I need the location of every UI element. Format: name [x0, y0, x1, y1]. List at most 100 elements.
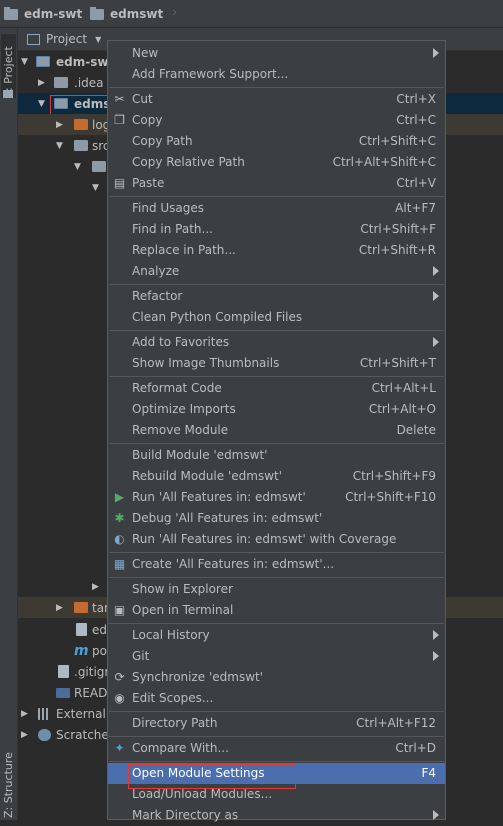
annotation-highlight [128, 764, 296, 789]
menu-item-build-module[interactable]: Build Module 'edmswt' [108, 445, 445, 466]
menu-separator [109, 376, 444, 377]
expanded-arrow-icon[interactable]: ▼ [56, 141, 66, 151]
library-icon [38, 707, 52, 720]
menu-item-copy-relative-path[interactable]: Copy Relative Path Ctrl+Alt+Shift+C [108, 152, 445, 173]
menu-item-open-in-terminal[interactable]: ▣ Open in Terminal [108, 600, 445, 621]
menu-item-create-configuration[interactable]: ▦ Create 'All Features in: edmswt'... [108, 554, 445, 575]
copy-icon: ❐ [114, 113, 125, 127]
expanded-arrow-icon[interactable]: ▼ [74, 162, 84, 172]
menu-item-clean-python[interactable]: Clean Python Compiled Files [108, 307, 445, 328]
scope-icon: ◉ [114, 691, 125, 705]
breadcrumb-item-module[interactable]: edmswt › [90, 5, 177, 23]
submenu-arrow-icon [433, 337, 439, 347]
file-icon [58, 665, 69, 678]
project-view-icon [27, 33, 40, 45]
submenu-arrow-icon [433, 651, 439, 661]
expanded-arrow-icon[interactable]: ▼ [92, 183, 102, 193]
terminal-icon: ▣ [113, 603, 126, 617]
menu-item-run[interactable]: ▶ Run 'All Features in: edmswt' Ctrl+Shif… [108, 487, 445, 508]
submenu-arrow-icon [433, 291, 439, 301]
menu-item-remove-module[interactable]: Remove Module Delete [108, 420, 445, 441]
submenu-arrow-icon [433, 630, 439, 640]
menu-separator [109, 623, 444, 624]
chevron-down-icon[interactable]: ▼ [95, 35, 101, 44]
scratches-icon [38, 728, 51, 741]
excluded-folder-icon [74, 602, 88, 613]
folder-icon [92, 161, 106, 172]
menu-item-run-with-coverage[interactable]: ◐ Run 'All Features in: edmswt' with Cov… [108, 529, 445, 550]
menu-item-copy-path[interactable]: Copy Path Ctrl+Shift+C [108, 131, 445, 152]
markdown-icon [56, 687, 70, 698]
expanded-arrow-icon[interactable]: ▼ [38, 99, 48, 109]
run-config-icon: ▦ [113, 557, 126, 571]
collapsed-arrow-icon[interactable]: ▶ [38, 78, 48, 88]
submenu-arrow-icon [433, 266, 439, 276]
menu-separator [109, 577, 444, 578]
menu-separator [109, 711, 444, 712]
menu-item-replace-in-path[interactable]: Replace in Path... Ctrl+Shift+R [108, 240, 445, 261]
menu-item-refactor[interactable]: Refactor [108, 286, 445, 307]
debug-icon: ✱ [114, 511, 125, 525]
menu-item-git[interactable]: Git [108, 646, 445, 667]
collapsed-arrow-icon[interactable]: ▶ [21, 709, 31, 719]
menu-item-debug[interactable]: ✱ Debug 'All Features in: edmswt' [108, 508, 445, 529]
menu-item-synchronize[interactable]: ⟳ Synchronize 'edmswt' [108, 667, 445, 688]
menu-item-directory-path[interactable]: Directory Path Ctrl+Alt+F12 [108, 713, 445, 734]
collapsed-arrow-icon[interactable]: ▶ [92, 582, 102, 592]
breadcrumb-item-project[interactable]: edm-swt › [4, 5, 96, 23]
menu-item-add-to-favorites[interactable]: Add to Favorites [108, 332, 445, 353]
excluded-folder-icon [74, 119, 88, 130]
folder-icon [54, 77, 68, 88]
menu-item-edit-scopes[interactable]: ◉ Edit Scopes... [108, 688, 445, 709]
tool-window-stripe: 1: Project Z: Structure [0, 28, 18, 820]
paste-icon: ▤ [113, 176, 126, 190]
menu-separator [109, 87, 444, 88]
menu-item-rebuild-module[interactable]: Rebuild Module 'edmswt' Ctrl+Shift+F9 [108, 466, 445, 487]
context-menu: New Add Framework Support... ✂ Cut Ctrl+X… [107, 40, 446, 822]
menu-item-mark-directory[interactable]: Mark Directory as [108, 805, 445, 826]
module-folder-icon [36, 56, 50, 67]
menu-separator [109, 443, 444, 444]
collapsed-arrow-icon[interactable]: ▶ [56, 603, 66, 613]
menu-item-new[interactable]: New [108, 43, 445, 64]
annotation-highlight [50, 95, 110, 115]
menu-item-optimize-imports[interactable]: Optimize Imports Ctrl+Alt+O [108, 399, 445, 420]
structure-tool-tab[interactable]: Z: Structure [1, 732, 16, 818]
project-tab-icon [3, 90, 13, 98]
menu-item-reformat-code[interactable]: Reformat Code Ctrl+Alt+L [108, 378, 445, 399]
expanded-arrow-icon[interactable]: ▼ [21, 57, 31, 67]
folder-icon [90, 6, 104, 20]
collapsed-arrow-icon[interactable]: ▶ [21, 730, 31, 740]
maven-icon: m [74, 642, 89, 659]
menu-item-analyze[interactable]: Analyze [108, 261, 445, 282]
menu-item-paste[interactable]: ▤ Paste Ctrl+V [108, 173, 445, 194]
menu-item-find-usages[interactable]: Find Usages Alt+F7 [108, 198, 445, 219]
menu-item-cut[interactable]: ✂ Cut Ctrl+X [108, 89, 445, 110]
menu-item-show-thumbnails[interactable]: Show Image Thumbnails Ctrl+Shift+T [108, 353, 445, 374]
menu-item-show-in-explorer[interactable]: Show in Explorer [108, 579, 445, 600]
folder-icon [4, 6, 18, 20]
menu-separator [109, 330, 444, 331]
menu-separator [109, 284, 444, 285]
menu-separator [109, 761, 444, 762]
navigation-bar: edm-swt › edmswt › [0, 0, 503, 28]
submenu-arrow-icon [433, 810, 439, 820]
file-icon [76, 623, 87, 636]
menu-separator [109, 552, 444, 553]
compare-icon: ✦ [114, 741, 125, 755]
menu-item-local-history[interactable]: Local History [108, 625, 445, 646]
collapsed-arrow-icon[interactable]: ▶ [56, 120, 66, 130]
view-mode-selector[interactable]: Project [46, 32, 87, 46]
menu-separator [109, 736, 444, 737]
menu-item-add-framework[interactable]: Add Framework Support... [108, 64, 445, 85]
run-icon: ▶ [114, 490, 125, 504]
coverage-icon: ◐ [114, 532, 125, 546]
menu-separator [109, 196, 444, 197]
breadcrumb-separator: › [172, 5, 178, 19]
project-tool-tab[interactable]: 1: Project [1, 34, 16, 98]
menu-item-compare-with[interactable]: ✦ Compare With... Ctrl+D [108, 738, 445, 759]
menu-item-find-in-path[interactable]: Find in Path... Ctrl+Shift+F [108, 219, 445, 240]
menu-item-copy[interactable]: ❐ Copy Ctrl+C [108, 110, 445, 131]
scissors-icon: ✂ [114, 92, 125, 106]
folder-icon [74, 140, 88, 151]
